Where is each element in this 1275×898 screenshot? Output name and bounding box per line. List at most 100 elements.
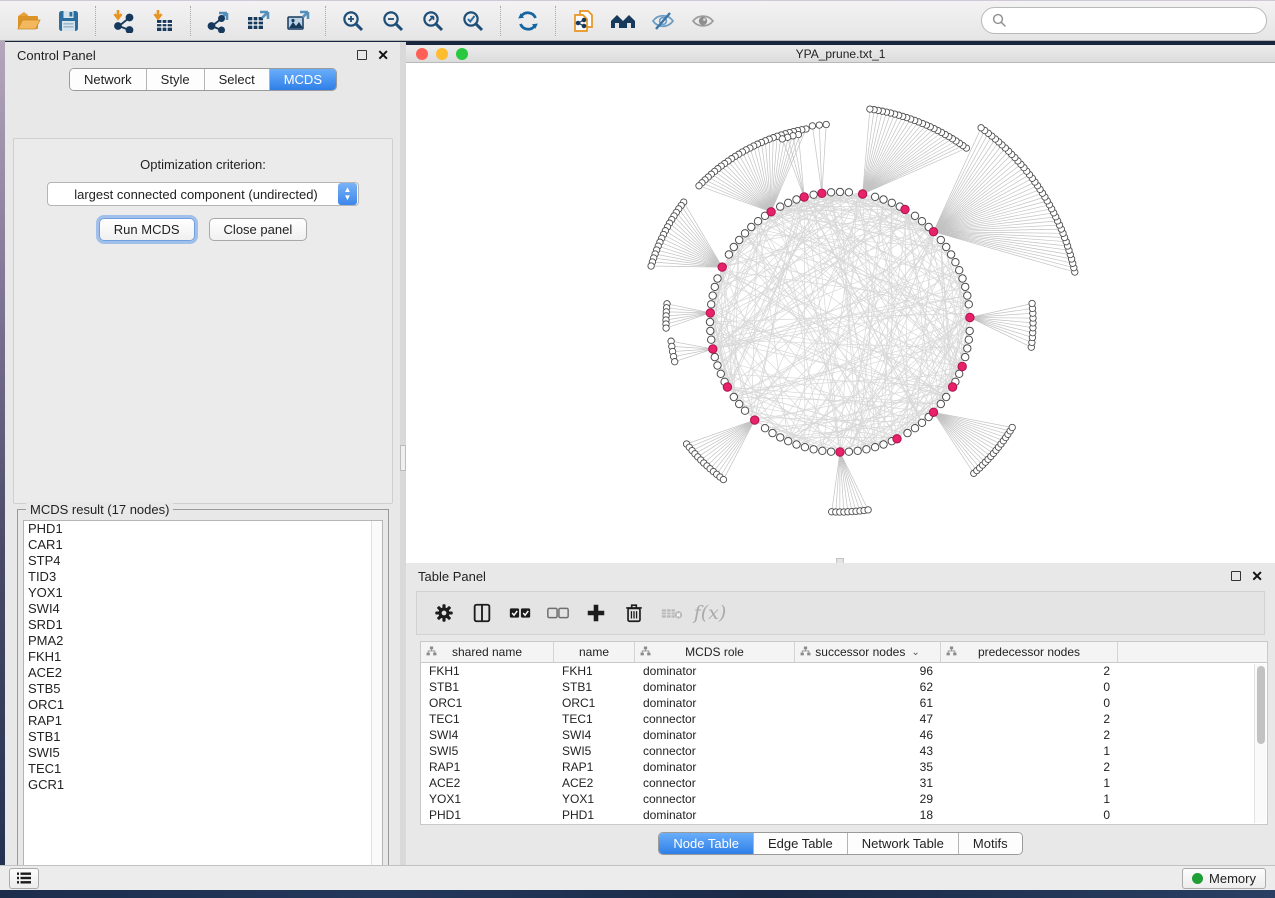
cell-shared-name[interactable]: FKH1 — [421, 663, 554, 679]
open-session-button[interactable] — [8, 4, 48, 38]
float-panel-icon[interactable] — [1231, 571, 1241, 581]
mcds-result-item[interactable]: GCR1 — [24, 777, 382, 793]
mcds-result-item[interactable]: YOX1 — [24, 585, 382, 601]
cell-shared-name[interactable]: YOX1 — [421, 791, 554, 807]
deselect-all-button[interactable] — [541, 596, 575, 630]
zoom-in-button[interactable] — [333, 4, 373, 38]
close-panel-icon[interactable]: ✕ — [1251, 571, 1263, 581]
mcds-result-list[interactable]: PHD1CAR1STP4TID3YOX1SWI4SRD1PMA2FKH1ACE2… — [23, 520, 383, 874]
table-row[interactable]: PHD1PHD1dominator180 — [421, 807, 1267, 823]
cell-successor-nodes[interactable]: 96 — [795, 663, 941, 679]
cell-successor-nodes[interactable]: 47 — [795, 711, 941, 727]
cell-shared-name[interactable]: SWI5 — [421, 743, 554, 759]
zoom-fit-button[interactable] — [413, 4, 453, 38]
cell-predecessor-nodes[interactable]: 1 — [941, 791, 1118, 807]
search-field[interactable] — [981, 7, 1267, 34]
cell-predecessor-nodes[interactable]: 1 — [941, 775, 1118, 791]
network-canvas[interactable] — [406, 63, 1275, 563]
cell-name[interactable]: ORC1 — [554, 695, 635, 711]
mcds-result-item[interactable]: STB5 — [24, 681, 382, 697]
mcds-result-item[interactable]: FKH1 — [24, 649, 382, 665]
mcds-result-item[interactable]: ORC1 — [24, 697, 382, 713]
add-column-button[interactable] — [579, 596, 613, 630]
mcds-result-item[interactable]: PHD1 — [24, 521, 382, 537]
cell-MCDS-role[interactable]: dominator — [635, 807, 795, 823]
mcds-result-item[interactable]: ACE2 — [24, 665, 382, 681]
cell-MCDS-role[interactable]: connector — [635, 775, 795, 791]
hide-selected-button[interactable] — [643, 4, 683, 38]
mcds-result-item[interactable]: TEC1 — [24, 761, 382, 777]
cell-MCDS-role[interactable]: connector — [635, 743, 795, 759]
refresh-button[interactable] — [508, 4, 548, 38]
cell-successor-nodes[interactable]: 61 — [795, 695, 941, 711]
export-table-button[interactable] — [238, 4, 278, 38]
export-network-button[interactable] — [198, 4, 238, 38]
table-row[interactable]: SWI4SWI4dominator462 — [421, 727, 1267, 743]
cell-name[interactable]: ACE2 — [554, 775, 635, 791]
tab-style[interactable]: Style — [147, 69, 205, 90]
cell-shared-name[interactable]: TEC1 — [421, 711, 554, 727]
float-panel-icon[interactable] — [357, 50, 367, 60]
table-tab-edge-table[interactable]: Edge Table — [754, 833, 848, 854]
mcds-result-item[interactable]: CAR1 — [24, 537, 382, 553]
cell-successor-nodes[interactable]: 46 — [795, 727, 941, 743]
cell-name[interactable]: SWI4 — [554, 727, 635, 743]
memory-button[interactable]: Memory — [1182, 868, 1266, 889]
select-all-button[interactable] — [503, 596, 537, 630]
table-row[interactable]: RAP1RAP1dominator352 — [421, 759, 1267, 775]
cell-MCDS-role[interactable]: dominator — [635, 727, 795, 743]
show-columns-button[interactable] — [465, 596, 499, 630]
mcds-list-scrollbar[interactable] — [371, 521, 382, 873]
cell-successor-nodes[interactable]: 35 — [795, 759, 941, 775]
export-image-button[interactable] — [278, 4, 318, 38]
mcds-result-item[interactable]: STP4 — [24, 553, 382, 569]
cell-MCDS-role[interactable]: dominator — [635, 695, 795, 711]
mcds-result-item[interactable]: SRD1 — [24, 617, 382, 633]
cell-shared-name[interactable]: ACE2 — [421, 775, 554, 791]
copy-network-button[interactable] — [563, 4, 603, 38]
column-header-successor-nodes[interactable]: successor nodes⌄ — [795, 642, 941, 662]
cell-successor-nodes[interactable]: 18 — [795, 807, 941, 823]
cell-MCDS-role[interactable]: connector — [635, 711, 795, 727]
criterion-dropdown[interactable]: largest connected component (undirected)… — [47, 182, 359, 206]
cell-MCDS-role[interactable]: dominator — [635, 663, 795, 679]
cell-name[interactable]: PHD1 — [554, 807, 635, 823]
table-scrollbar-thumb[interactable] — [1257, 666, 1265, 744]
close-panel-icon[interactable]: ✕ — [377, 50, 389, 60]
cell-name[interactable]: YOX1 — [554, 791, 635, 807]
table-row[interactable]: ORC1ORC1dominator610 — [421, 695, 1267, 711]
tab-mcds[interactable]: MCDS — [270, 69, 336, 90]
cell-name[interactable]: SWI5 — [554, 743, 635, 759]
close-panel-button[interactable]: Close panel — [209, 218, 308, 241]
save-session-button[interactable] — [48, 4, 88, 38]
search-input[interactable] — [1007, 13, 1256, 28]
run-mcds-button[interactable]: Run MCDS — [99, 218, 195, 241]
table-row[interactable]: YOX1YOX1connector291 — [421, 791, 1267, 807]
cell-name[interactable]: STB1 — [554, 679, 635, 695]
task-manager-button[interactable] — [9, 868, 39, 889]
cell-successor-nodes[interactable]: 31 — [795, 775, 941, 791]
cell-successor-nodes[interactable]: 29 — [795, 791, 941, 807]
column-header-shared-name[interactable]: shared name — [421, 642, 554, 662]
network-graph[interactable] — [406, 63, 1275, 563]
import-network-button[interactable] — [103, 4, 143, 38]
cell-successor-nodes[interactable]: 43 — [795, 743, 941, 759]
table-tab-node-table[interactable]: Node Table — [659, 833, 754, 854]
table-tab-motifs[interactable]: Motifs — [959, 833, 1022, 854]
cell-name[interactable]: TEC1 — [554, 711, 635, 727]
column-header-name[interactable]: name — [554, 642, 635, 662]
cell-MCDS-role[interactable]: connector — [635, 791, 795, 807]
zoom-out-button[interactable] — [373, 4, 413, 38]
cell-MCDS-role[interactable]: dominator — [635, 759, 795, 775]
cell-shared-name[interactable]: RAP1 — [421, 759, 554, 775]
cell-predecessor-nodes[interactable]: 2 — [941, 727, 1118, 743]
mcds-result-item[interactable]: SWI5 — [24, 745, 382, 761]
cell-successor-nodes[interactable]: 62 — [795, 679, 941, 695]
cell-predecessor-nodes[interactable]: 0 — [941, 679, 1118, 695]
table-settings-button[interactable] — [427, 596, 461, 630]
table-scrollbar[interactable] — [1254, 664, 1266, 823]
column-header-MCDS-role[interactable]: MCDS role — [635, 642, 795, 662]
cell-predecessor-nodes[interactable]: 0 — [941, 695, 1118, 711]
network-window-titlebar[interactable]: YPA_prune.txt_1 — [406, 45, 1275, 63]
cell-predecessor-nodes[interactable]: 1 — [941, 743, 1118, 759]
